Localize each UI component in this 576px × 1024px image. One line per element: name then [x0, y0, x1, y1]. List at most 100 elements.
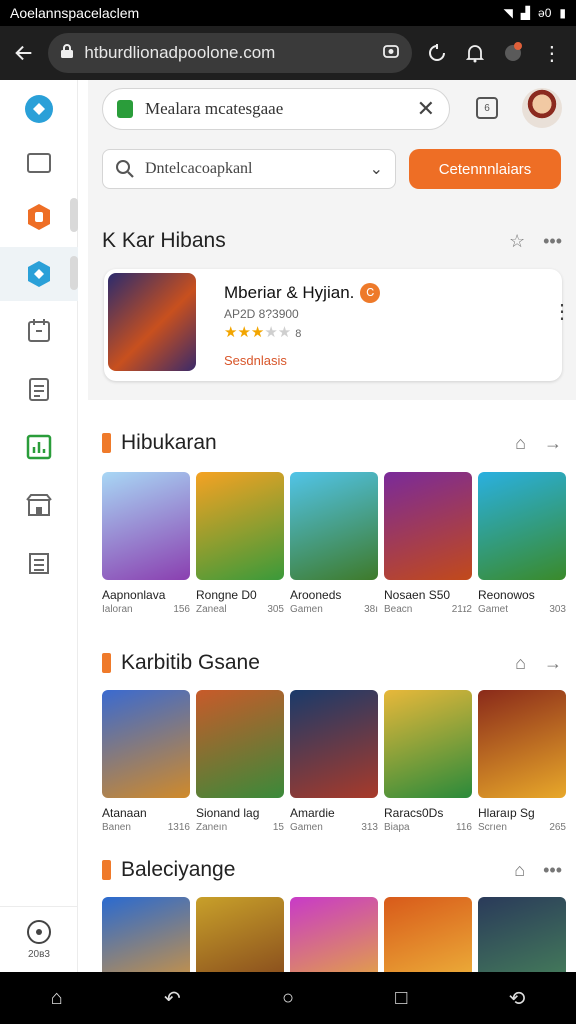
game-card[interactable]: Hlaraıp Sg Scrıen 265 — [478, 690, 566, 833]
game-meta: Ialoran 156 — [102, 604, 190, 615]
close-icon[interactable]: ✕ — [417, 96, 435, 122]
game-title: Rongne D0 — [196, 588, 257, 602]
battery-label: ǝ0 — [538, 6, 552, 20]
page: 20ʙ3 Mealara mcatesgaae ✕ 6 Dntelcacoapk… — [0, 80, 576, 972]
game-meta: Biapa 116 — [384, 822, 472, 833]
game-card[interactable] — [290, 897, 378, 972]
search-text: Mealara mcatesgaae — [145, 99, 284, 118]
sidebar-item-stats[interactable] — [0, 420, 78, 474]
sidebar-scroll-handle[interactable] — [70, 198, 78, 232]
section-title: Baleciyange — [121, 858, 236, 881]
game-count: 303 — [549, 604, 566, 615]
game-card[interactable]: Raracs0Ds Biapa 116 — [384, 690, 472, 833]
section-header: Baleciyange ⌂ ••• — [102, 855, 562, 885]
star-icon[interactable]: ☆ — [509, 231, 525, 252]
game-row: Atanaan Banen 1316 Sionand lag Zaneın 15 Amard… — [102, 690, 572, 840]
game-thumbnail — [384, 690, 472, 798]
arrow-right-icon[interactable]: → — [544, 653, 562, 674]
chevron-down-icon: ⌄ — [369, 161, 383, 178]
section-title: Hibukaran — [121, 431, 217, 454]
game-card[interactable]: Arooneds Gamen 38ı — [290, 472, 378, 615]
browser-toolbar: htburdlionadpoolone.com ⋮ — [0, 26, 576, 80]
game-card[interactable]: Amardie Gamen 313 — [290, 690, 378, 833]
game-card[interactable] — [102, 897, 190, 972]
game-count: 156 — [173, 604, 190, 615]
dropdown-value: Dntelcacoapkanl — [145, 160, 253, 177]
game-card[interactable] — [384, 897, 472, 972]
game-thumbnail — [290, 690, 378, 798]
share-icon[interactable]: ⌂ — [515, 653, 526, 674]
game-title: Amardie — [290, 806, 335, 820]
featured-card[interactable]: Mberiar & Hyjian. Ꮯ AP2D 8?3900 ★★★★★ 8 S… — [104, 269, 572, 381]
game-count: 313 — [361, 822, 378, 833]
featured-subtitle: AP2D 8?3900 — [224, 307, 299, 321]
game-card[interactable]: Reonowos Gamet 303 — [478, 472, 566, 615]
more-horiz-icon[interactable]: ••• — [543, 860, 562, 881]
section-header: Karbitib Gsane ⌂ → — [102, 648, 562, 678]
sidebar-item-clipboard[interactable] — [0, 362, 78, 416]
cta-button[interactable]: Cetennnlaiars — [409, 149, 561, 189]
game-card[interactable]: Aapnonlava Ialoran 156 — [102, 472, 190, 615]
featured-name-row: Mberiar & Hyjian. Ꮯ — [224, 283, 381, 303]
share-icon[interactable]: ⌂ — [514, 860, 525, 881]
sidebar-item-games[interactable] — [0, 247, 78, 301]
sidebar-footer[interactable]: 20ʙ3 — [0, 906, 78, 972]
tab-switcher-icon[interactable]: 6 — [476, 97, 498, 119]
shield-lock-icon — [117, 100, 133, 118]
share-icon[interactable]: ⌂ — [515, 433, 526, 454]
more-horiz-icon[interactable]: ••• — [543, 231, 562, 252]
refresh-icon[interactable] — [422, 36, 450, 70]
recents-icon[interactable]: □ — [395, 987, 407, 1010]
lock-icon — [60, 43, 74, 64]
game-card[interactable]: Rongne D0 Zaneal 305 — [196, 472, 284, 615]
featured-name: Mberiar & Hyjian. — [224, 283, 355, 302]
rotate-icon[interactable]: ⟲ — [509, 986, 526, 1011]
circle-home-icon[interactable]: ○ — [282, 987, 294, 1010]
game-title: Arooneds — [290, 588, 342, 602]
bell-icon[interactable] — [461, 36, 489, 70]
wifi-icon: ◥ — [503, 6, 513, 20]
featured-thumbnail — [108, 273, 196, 371]
avatar[interactable] — [522, 88, 562, 128]
game-meta: Gamen 38ı — [290, 604, 378, 615]
sidebar-item-apps[interactable] — [0, 190, 78, 244]
sidebar-item-home[interactable] — [0, 82, 78, 136]
status-bar: Aoelannspacelaclem ◥ ▟ ǝ0 ▮ — [0, 0, 576, 26]
game-count: 21ɪ2 — [451, 604, 472, 615]
camera-icon[interactable] — [382, 42, 400, 65]
home-icon[interactable]: ⌂ — [51, 987, 63, 1010]
notification-dot — [513, 42, 522, 50]
list-icon — [29, 553, 49, 574]
game-card[interactable] — [196, 897, 284, 972]
status-app-title: Aoelannspacelaclem — [10, 5, 140, 21]
category-dropdown[interactable]: Dntelcacoapkanl ⌄ — [102, 149, 396, 189]
sidebar-item-calendar[interactable] — [0, 304, 78, 358]
search-input[interactable]: Mealara mcatesgaae ✕ — [102, 88, 450, 130]
more-vert-icon[interactable]: ⋮ — [538, 36, 566, 70]
game-meta: Gamet 303 — [478, 604, 566, 615]
sidebar-item-window[interactable] — [0, 136, 78, 190]
sidebar-item-store[interactable] — [0, 478, 78, 532]
url-bar[interactable]: htburdlionadpoolone.com — [48, 33, 413, 73]
back-icon[interactable] — [10, 36, 38, 70]
back-nav-icon[interactable]: ↶ — [164, 986, 181, 1011]
game-card[interactable]: Nosaen S50 Beacn 21ɪ2 — [384, 472, 472, 615]
section-header: Hibukaran ⌂ → — [102, 428, 562, 458]
game-count: 116 — [456, 822, 472, 833]
game-title: Raracs0Ds — [384, 806, 444, 820]
game-card[interactable]: Sionand lag Zaneın 15 — [196, 690, 284, 833]
game-meta: Gamen 313 — [290, 822, 378, 833]
game-title: Sionand lag — [196, 806, 260, 820]
game-card[interactable] — [478, 897, 566, 972]
arrow-right-icon[interactable]: → — [544, 433, 562, 454]
game-genre: Zaneal — [196, 604, 227, 615]
more-vert-icon[interactable]: ⋮ — [552, 299, 572, 324]
game-card[interactable]: Atanaan Banen 1316 — [102, 690, 190, 833]
url-text: htburdlionadpoolone.com — [84, 43, 276, 62]
game-thumbnail — [196, 690, 284, 798]
profile-alert-icon[interactable] — [499, 36, 527, 70]
game-title: Aapnonlava — [102, 588, 166, 602]
sidebar-item-list[interactable] — [0, 536, 78, 590]
game-title: Reonowos — [478, 588, 535, 602]
sidebar-scroll-handle-2[interactable] — [70, 256, 78, 290]
